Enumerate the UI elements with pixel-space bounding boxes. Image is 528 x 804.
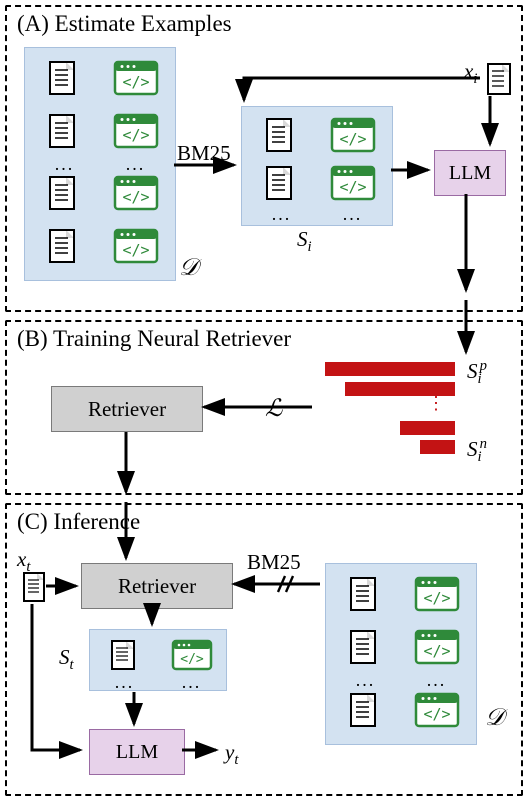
ellipsis-dots: ⋮ <box>427 401 455 415</box>
code-icon: </> <box>162 635 221 677</box>
ellipsis-dots: ... <box>405 677 468 683</box>
bm25-label: BM25 <box>177 141 231 166</box>
ellipsis-dots: ... <box>250 211 313 217</box>
panel-b-title: (B) Training Neural Retriever <box>17 326 291 352</box>
retriever-box: Retriever <box>81 563 233 609</box>
svg-text:</>: </> <box>423 642 450 660</box>
doc-icon <box>334 625 397 674</box>
svg-text:</>: </> <box>122 73 149 91</box>
svg-text:</>: </> <box>122 188 149 206</box>
xt-doc-icon <box>22 571 50 605</box>
doc-icon <box>334 572 397 621</box>
panel-estimate-examples: (A) Estimate Examples </> </> ... ... </… <box>5 5 523 312</box>
doc-icon <box>33 224 96 273</box>
code-icon: </> <box>321 163 384 207</box>
bm25-label: BM25 <box>247 550 301 575</box>
llm-box: LLM <box>434 150 506 196</box>
panel-inference: (C) Inference xt Retriever BM25 St </> .… <box>5 503 523 796</box>
subset-st: </> ... ... <box>89 629 227 691</box>
code-icon: </> <box>321 115 384 159</box>
svg-text:</>: </> <box>339 178 366 196</box>
ellipsis-dots: ... <box>334 677 397 683</box>
ranking-bars: ⋮ <box>317 362 455 454</box>
code-icon: </> <box>104 56 167 105</box>
bar <box>420 440 455 454</box>
doc-icon <box>33 171 96 220</box>
svg-text:</>: </> <box>122 241 149 259</box>
llm-box: LLM <box>89 729 185 775</box>
loss-label: ℒ <box>265 394 282 423</box>
doc-icon <box>334 687 397 736</box>
ellipsis-dots: ... <box>321 211 384 217</box>
code-icon: </> <box>405 625 468 674</box>
retriever-box: Retriever <box>51 386 203 432</box>
svg-text:</>: </> <box>423 705 450 723</box>
doc-icon <box>33 56 96 105</box>
dataset-d-label: 𝒟 <box>179 255 198 282</box>
panel-c-title: (C) Inference <box>17 509 140 535</box>
dataset-d: </> </> ... ... </> </> <box>24 47 176 281</box>
ellipsis-dots: ... <box>162 679 221 685</box>
sin-label: Sin <box>467 436 487 466</box>
svg-text:</>: </> <box>180 652 204 667</box>
svg-text:</>: </> <box>423 589 450 607</box>
ellipsis-dots: ... <box>95 679 154 685</box>
code-icon: </> <box>405 572 468 621</box>
dataset-d-label: 𝒟 <box>485 705 504 732</box>
doc-icon <box>95 635 154 677</box>
doc-icon <box>33 109 96 158</box>
bar <box>400 421 455 435</box>
code-icon: </> <box>405 687 468 736</box>
code-icon: </> <box>104 171 167 220</box>
subset-si: </> </> ... ... <box>241 106 393 226</box>
code-icon: </> <box>104 109 167 158</box>
doc-icon <box>250 163 313 207</box>
ellipsis-dots: ... <box>33 161 96 167</box>
panel-a-title: (A) Estimate Examples <box>17 11 232 37</box>
svg-text:</>: </> <box>339 130 366 148</box>
xi-doc-icon <box>486 62 516 98</box>
yt-label: yt <box>225 740 238 769</box>
svg-text:</>: </> <box>122 126 149 144</box>
panel-train-retriever: (B) Training Neural Retriever Retriever … <box>5 320 523 495</box>
bar <box>325 362 455 376</box>
sip-label: Sip <box>467 358 487 388</box>
st-label: St <box>59 645 74 674</box>
xi-label: xi <box>464 59 477 88</box>
si-label: Si <box>297 227 312 256</box>
doc-icon <box>250 115 313 159</box>
ellipsis-dots: ... <box>104 161 167 167</box>
dataset-d: </> </> ... ... </> <box>325 563 477 745</box>
code-icon: </> <box>104 224 167 273</box>
